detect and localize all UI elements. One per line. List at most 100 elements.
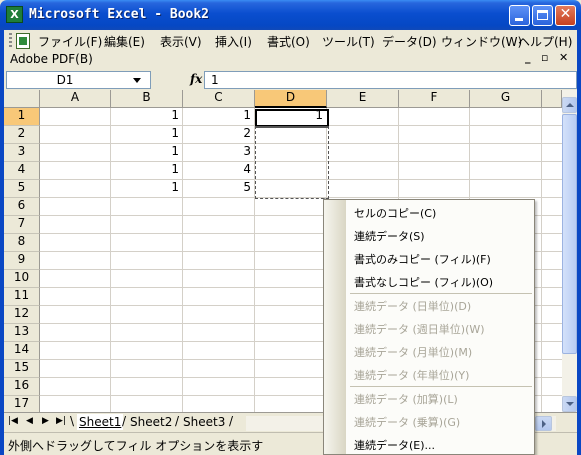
row-header-8[interactable]: 8: [4, 234, 40, 252]
title-bar[interactable]: X Microsoft Excel - Book2 ✕: [0, 0, 581, 30]
row-header-13[interactable]: 13: [4, 324, 40, 342]
column-header-partial[interactable]: [542, 90, 562, 108]
row-header-11[interactable]: 11: [4, 288, 40, 306]
ctx-item-group1-0[interactable]: セルのコピー(C): [354, 205, 436, 221]
menu-bar: ファイル(F) 編集(E) 表示(V) 挿入(I) 書式(O) ツール(T) デ…: [4, 30, 577, 52]
ctx-item-group2-1: 連続データ (週日単位)(W): [354, 323, 485, 336]
prev-sheet-icon[interactable]: ◀: [26, 416, 33, 426]
cell-c5[interactable]: 5: [183, 180, 254, 197]
workbook-minimize-icon[interactable]: _: [525, 51, 531, 64]
minimize-button[interactable]: [509, 5, 530, 26]
formula-input[interactable]: 1: [204, 71, 577, 89]
menu-tools[interactable]: ツール(T): [322, 33, 375, 50]
vertical-scrollbar[interactable]: [562, 90, 577, 412]
row-header-9[interactable]: 9: [4, 252, 40, 270]
column-header-c[interactable]: C: [183, 90, 255, 108]
excel-app-icon[interactable]: X: [6, 6, 23, 23]
row-header-6[interactable]: 6: [4, 198, 40, 216]
minimize-icon: [515, 18, 523, 21]
menu-view[interactable]: 表示(V): [160, 33, 202, 50]
workbook-icon[interactable]: [16, 33, 30, 49]
arrow-up-icon: [566, 103, 574, 107]
cell-b3[interactable]: 1: [111, 144, 182, 161]
last-sheet-icon[interactable]: ▶|: [56, 416, 66, 426]
column-header-d[interactable]: D: [255, 90, 327, 108]
arrow-right-icon: [542, 420, 546, 428]
chevron-down-icon[interactable]: [133, 78, 141, 83]
row-header-5[interactable]: 5: [4, 180, 40, 198]
row-header-17[interactable]: 17: [4, 396, 40, 412]
column-header-e[interactable]: E: [327, 90, 399, 108]
select-all-corner[interactable]: [4, 90, 40, 108]
cell-b2[interactable]: 1: [111, 126, 182, 143]
next-sheet-icon[interactable]: ▶: [42, 416, 49, 426]
row-header-3[interactable]: 3: [4, 144, 40, 162]
tab-sheet2[interactable]: Sheet2: [128, 414, 174, 430]
arrow-down-icon: [566, 402, 574, 406]
column-header-b[interactable]: B: [111, 90, 183, 108]
column-header-g[interactable]: G: [470, 90, 542, 108]
tab-sheet1[interactable]: Sheet1: [77, 414, 124, 430]
cell-b1[interactable]: 1: [111, 108, 182, 125]
row-header-12[interactable]: 12: [4, 306, 40, 324]
cell-c1[interactable]: 1: [183, 108, 254, 125]
menu-file[interactable]: ファイル(F): [38, 33, 102, 50]
menu-format[interactable]: 書式(O): [267, 33, 310, 50]
ctx-item-group3-1: 連続データ (乗算)(G): [354, 416, 461, 429]
cell-c4[interactable]: 4: [183, 162, 254, 179]
maximize-icon: [537, 10, 548, 20]
ctx-item-group2-0: 連続データ (日単位)(D): [354, 300, 472, 313]
ctx-item-group3-0: 連続データ (加算)(L): [354, 393, 458, 406]
ctx-item-group2-2: 連続データ (月単位)(M): [354, 346, 473, 359]
maximize-button[interactable]: [532, 5, 553, 26]
ctx-item-group3-2[interactable]: 連続データ(E)...: [354, 437, 435, 453]
row-header-15[interactable]: 15: [4, 360, 40, 378]
menu-data[interactable]: データ(D): [382, 33, 437, 50]
ctx-item-group1-2[interactable]: 書式のみコピー (フィル)(F): [354, 251, 491, 267]
tab-sheet3[interactable]: Sheet3: [181, 414, 227, 430]
cell-c3[interactable]: 3: [183, 144, 254, 161]
ctx-item-group1-1[interactable]: 連続データ(S): [354, 228, 425, 244]
column-header-f[interactable]: F: [399, 90, 470, 108]
toolbar-grip[interactable]: [9, 33, 12, 49]
workbook-restore-icon[interactable]: ▫: [541, 51, 548, 64]
cell-b4[interactable]: 1: [111, 162, 182, 179]
menu-edit[interactable]: 編集(E): [104, 33, 145, 50]
scroll-down-button[interactable]: [562, 396, 577, 412]
close-button[interactable]: ✕: [555, 5, 576, 26]
menu-adobe-pdf[interactable]: Adobe PDF(B): [10, 52, 93, 66]
ctx-item-group2-3: 連続データ (年単位)(Y): [354, 369, 470, 382]
workbook-close-icon[interactable]: ✕: [559, 51, 568, 64]
scroll-thumb[interactable]: [562, 114, 577, 354]
menu-icon-strip: [324, 200, 346, 454]
scroll-up-button[interactable]: [562, 97, 577, 113]
formula-bar: D1 fx 1: [4, 69, 577, 90]
autofill-range-d2-d5[interactable]: [255, 126, 329, 199]
row-header-7[interactable]: 7: [4, 216, 40, 234]
name-box[interactable]: D1: [6, 71, 151, 89]
row-header-16[interactable]: 16: [4, 378, 40, 396]
menu-help[interactable]: ヘルプ(H): [518, 33, 572, 50]
autofill-context-menu: セルのコピー(C) 連続データ(S) 書式のみコピー (フィル)(F) 書式なしコピー…: [323, 199, 535, 455]
row-header-14[interactable]: 14: [4, 342, 40, 360]
row-header-4[interactable]: 4: [4, 162, 40, 180]
first-sheet-icon[interactable]: |◀: [8, 416, 18, 426]
menu-window[interactable]: ウィンドウ(W): [441, 33, 522, 50]
insert-function-icon[interactable]: fx: [190, 72, 202, 86]
cell-d1[interactable]: 1: [255, 108, 326, 125]
tab-divider: /: [175, 414, 180, 428]
cell-c2[interactable]: 2: [183, 126, 254, 143]
row-header-2[interactable]: 2: [4, 126, 40, 144]
tab-divider: \: [70, 414, 75, 428]
row-header-10[interactable]: 10: [4, 270, 40, 288]
column-header-a[interactable]: A: [40, 90, 111, 108]
window-frame-right: [577, 30, 581, 455]
row-header-1[interactable]: 1: [4, 108, 40, 126]
ctx-item-group1-3[interactable]: 書式なしコピー (フィル)(O): [354, 274, 493, 290]
scroll-right-button[interactable]: [535, 416, 552, 431]
menu-insert[interactable]: 挿入(I): [215, 33, 252, 50]
tab-divider: /: [229, 414, 234, 428]
name-box-value: D1: [56, 73, 74, 87]
cell-b5[interactable]: 1: [111, 180, 182, 197]
tab-divider: /: [122, 414, 127, 428]
